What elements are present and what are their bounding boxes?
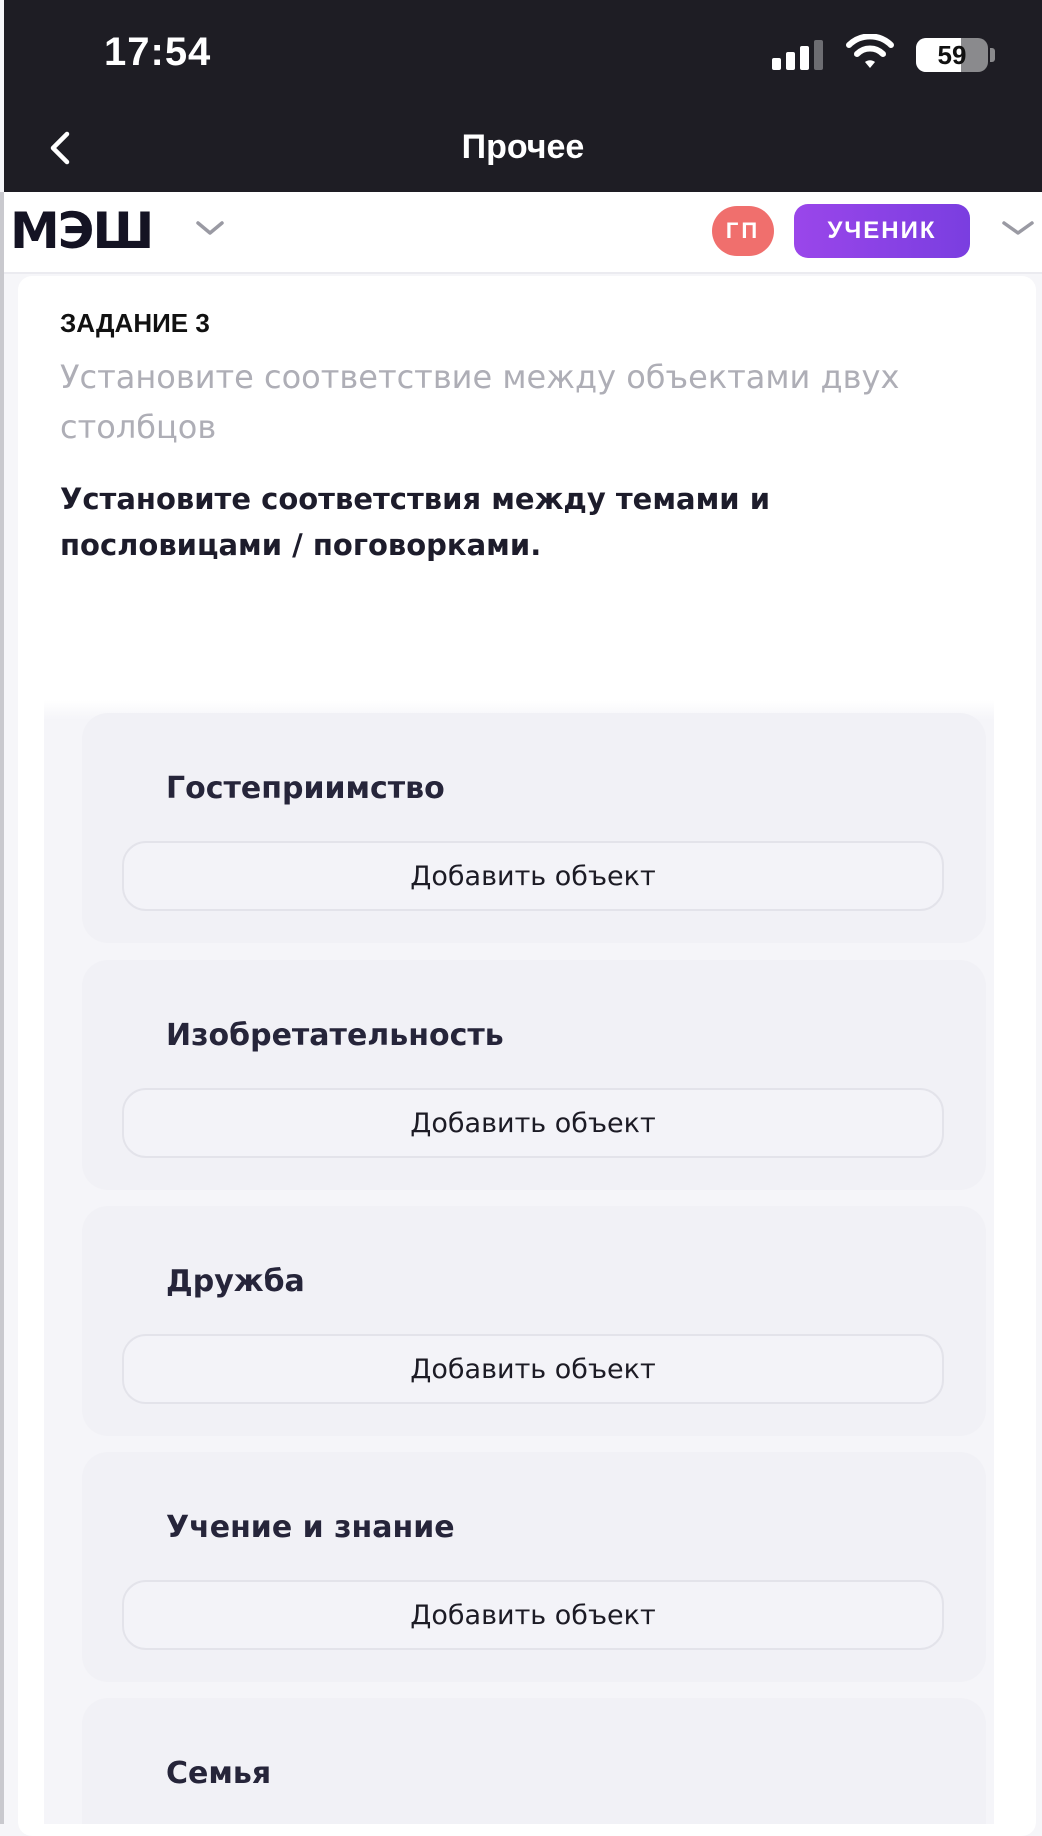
battery-level: 59 — [937, 40, 967, 70]
left-edge-divider — [0, 192, 4, 1824]
battery-tip — [990, 48, 995, 62]
status-bar: 17:54 59 — [4, 0, 1042, 110]
match-group: Учение и знание Добавить объект — [82, 1452, 986, 1682]
add-object-button[interactable]: Добавить объект — [122, 1334, 944, 1404]
status-time: 17:54 — [104, 30, 212, 74]
group-title: Гостеприимство — [166, 771, 445, 806]
task-instruction: Установите соответствия между темами и п… — [60, 482, 771, 562]
battery-icon: 59 — [916, 38, 988, 72]
match-group: Семья — [82, 1698, 986, 1824]
add-object-button[interactable]: Добавить объект — [122, 1088, 944, 1158]
chevron-down-icon[interactable] — [194, 218, 226, 238]
group-title: Изобретательность — [166, 1018, 504, 1053]
match-group: Изобретательность Добавить объект — [82, 960, 986, 1190]
cellular-signal-icon — [772, 38, 832, 70]
navigation-bar: Прочее — [4, 110, 1042, 192]
add-object-button[interactable]: Добавить объект — [122, 1580, 944, 1650]
match-group: Дружба Добавить объект — [82, 1206, 986, 1436]
role-badge[interactable]: УЧЕНИК — [794, 204, 970, 258]
group-title: Учение и знание — [166, 1510, 455, 1545]
match-group: Гостеприимство Добавить объект — [82, 713, 986, 943]
task-number: ЗАДАНИЕ 3 — [60, 308, 210, 338]
wifi-icon — [846, 34, 894, 68]
group-title: Семья — [166, 1756, 272, 1791]
app-logo[interactable]: МЭШ — [10, 202, 154, 260]
chevron-down-icon[interactable] — [1000, 218, 1036, 238]
page-title: Прочее — [461, 128, 585, 166]
avatar[interactable]: ГП — [712, 206, 774, 256]
app-header: МЭШ ГП УЧЕНИК — [4, 192, 1042, 274]
add-object-button[interactable]: Добавить объект — [122, 841, 944, 911]
group-title: Дружба — [166, 1264, 305, 1299]
task-type: Установите соответствие между объектами … — [60, 358, 900, 446]
